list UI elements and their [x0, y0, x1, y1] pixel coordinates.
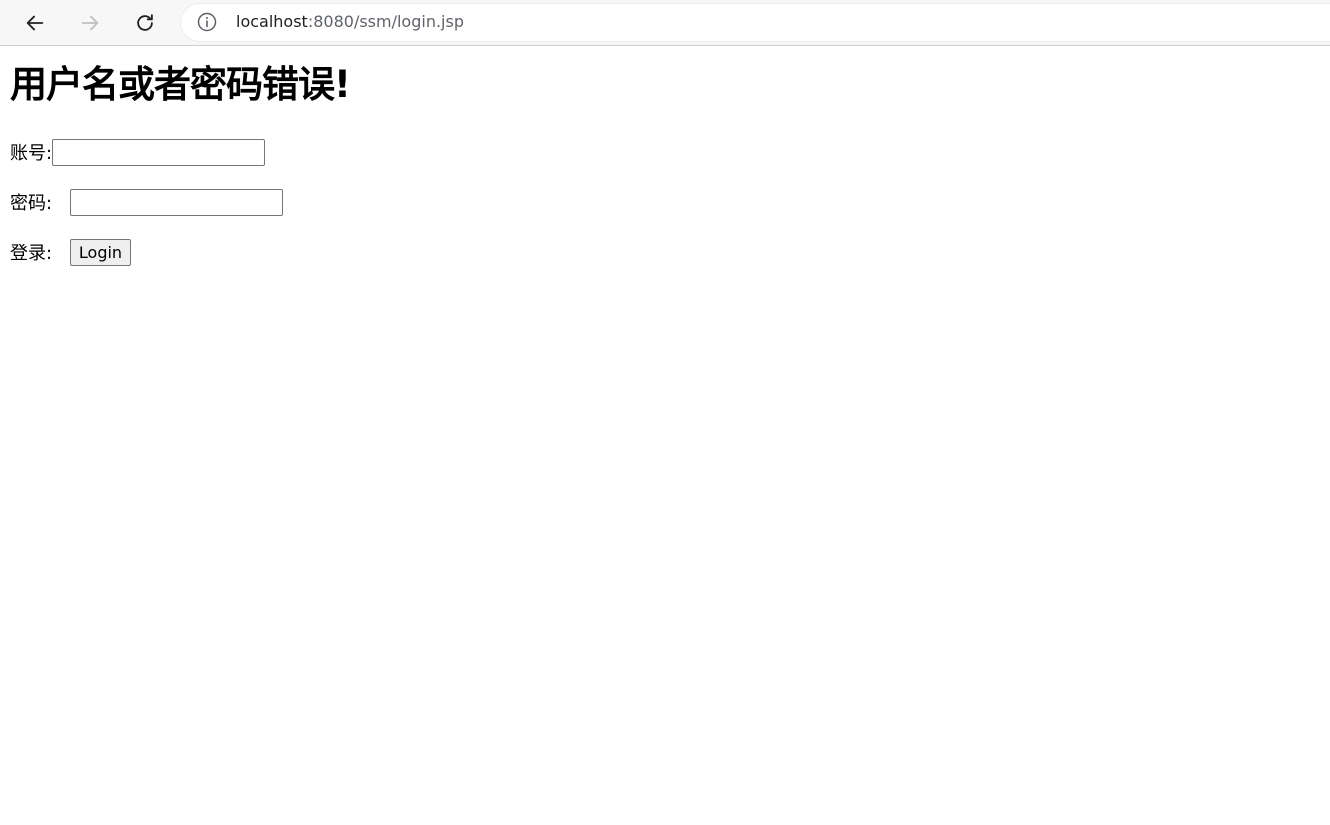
account-label: 账号:	[10, 143, 53, 164]
account-row: 账号:	[10, 138, 266, 166]
password-input[interactable]	[70, 188, 283, 216]
url-path: :8080/ssm/login.jsp	[307, 12, 464, 31]
password-row: 密码:	[10, 188, 283, 216]
address-bar[interactable]: localhost:8080/ssm/login.jsp	[181, 4, 1330, 41]
account-input[interactable]	[52, 138, 266, 166]
login-button[interactable]: Login	[70, 238, 131, 266]
login-row: 登录: Login	[10, 238, 131, 266]
reload-icon	[137, 14, 153, 31]
forward-button[interactable]	[73, 6, 107, 40]
login-label: 登录:	[10, 243, 53, 264]
page-content: 用户名或者密码错误! 账号: 密码: 登录: Login	[0, 47, 1330, 825]
back-button[interactable]	[18, 6, 52, 40]
url-text[interactable]: localhost:8080/ssm/login.jsp	[236, 12, 464, 32]
arrow-left-icon	[26, 15, 44, 31]
arrow-right-icon	[81, 15, 99, 31]
url-host: localhost	[236, 12, 308, 31]
reload-button[interactable]	[128, 6, 162, 40]
info-icon[interactable]	[197, 12, 217, 32]
error-heading: 用户名或者密码错误!	[10, 63, 351, 106]
password-label: 密码:	[10, 193, 53, 214]
browser-toolbar: localhost:8080/ssm/login.jsp	[0, 0, 1330, 46]
